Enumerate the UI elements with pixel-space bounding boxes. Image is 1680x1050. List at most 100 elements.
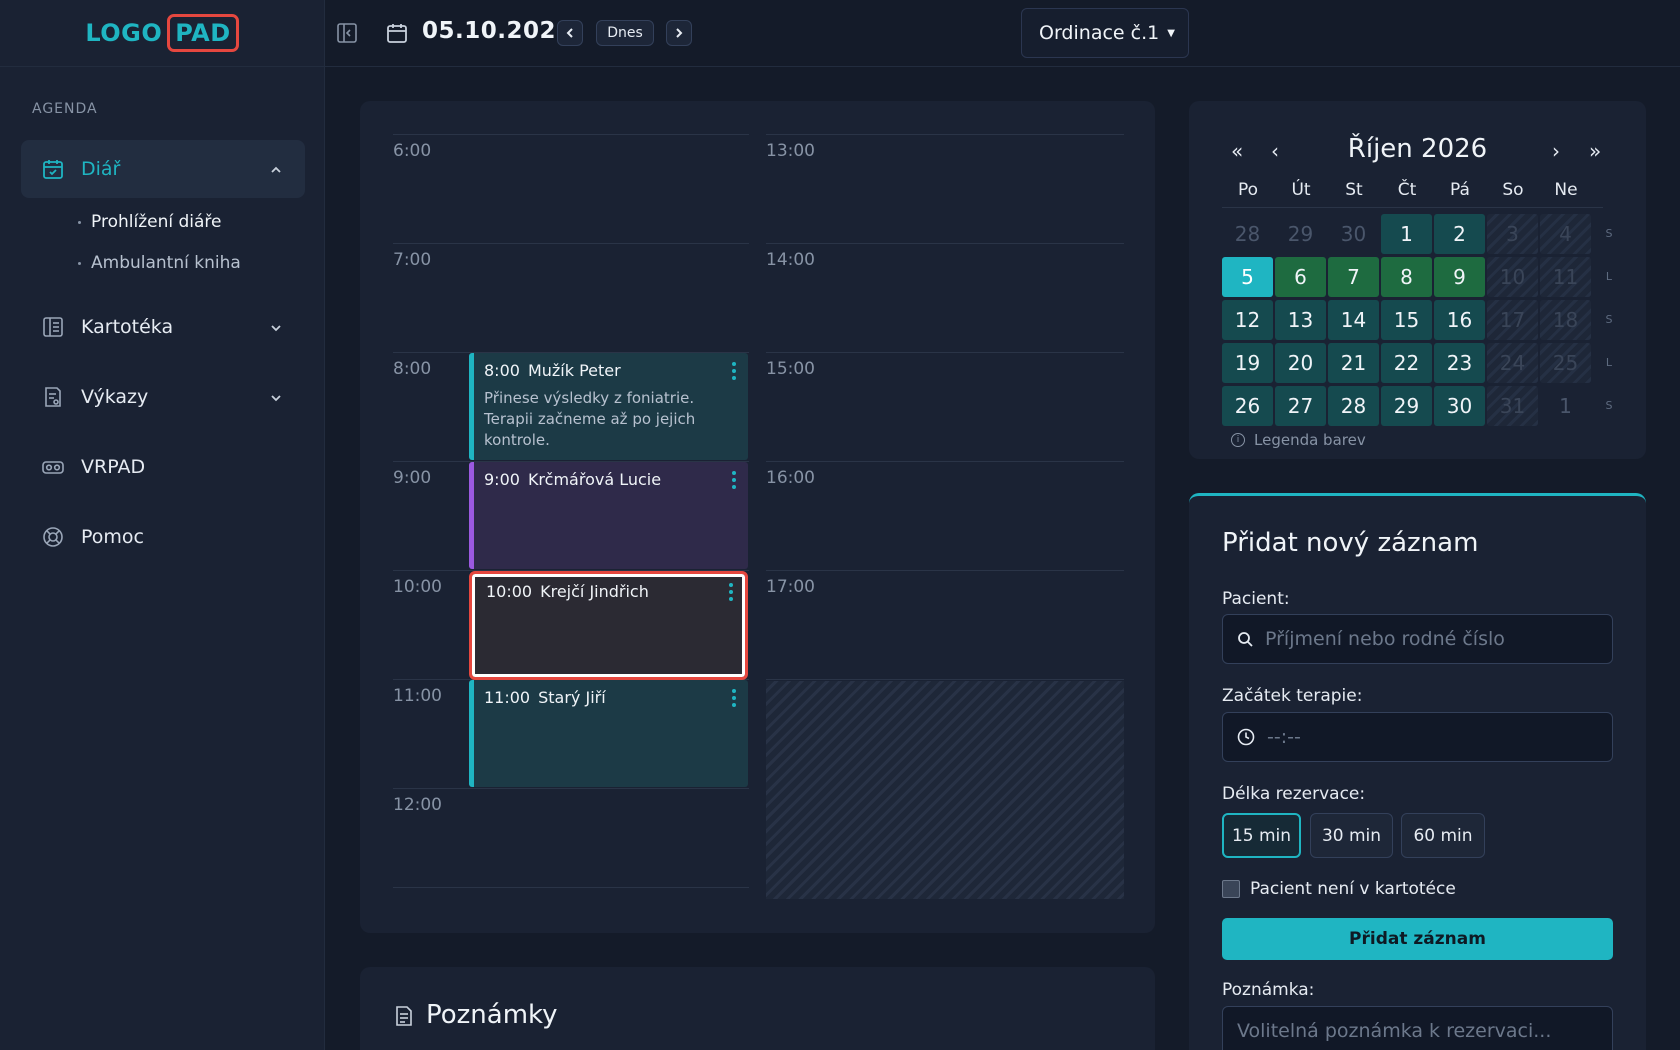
start-time-input[interactable]: --:-- bbox=[1222, 712, 1613, 762]
calendar-day[interactable]: 23 bbox=[1434, 343, 1485, 383]
duration-15-button[interactable]: 15 min bbox=[1222, 813, 1301, 858]
sidebar-subitem-prohlizeni[interactable]: Prohlížení diáře bbox=[78, 212, 221, 232]
next-day-button[interactable] bbox=[666, 20, 692, 46]
sidebar-item-vykazy[interactable]: Výkazy bbox=[21, 368, 305, 426]
calendar-day[interactable]: 7 bbox=[1328, 257, 1379, 297]
calendar-day[interactable]: 1 bbox=[1381, 214, 1432, 254]
add-record-button[interactable]: Přidat záznam bbox=[1222, 918, 1613, 960]
calendar-icon[interactable] bbox=[385, 21, 409, 49]
appointment-card[interactable]: 8:00 Mužík Peter Přinese výsledky z foniat… bbox=[469, 353, 748, 460]
duration-30-button[interactable]: 30 min bbox=[1310, 813, 1393, 858]
appointment-time: 10:00 bbox=[486, 582, 533, 601]
calendar-day[interactable]: 21 bbox=[1328, 343, 1379, 383]
more-vertical-icon[interactable] bbox=[729, 583, 733, 604]
hour-row[interactable]: 6:00 bbox=[393, 134, 749, 243]
appointment-patient: Starý Jiří bbox=[538, 688, 606, 707]
hour-row[interactable]: 16:00 bbox=[766, 461, 1124, 570]
hour-row[interactable]: 7:00 bbox=[393, 243, 749, 352]
calendar-day[interactable]: 10 bbox=[1487, 257, 1538, 297]
sidebar-collapse-icon[interactable] bbox=[336, 22, 358, 48]
legend-label: Legenda barev bbox=[1254, 431, 1366, 449]
calendar-day[interactable]: 1 bbox=[1540, 386, 1591, 426]
schedule-bottom-line bbox=[393, 887, 749, 888]
next-month-button[interactable]: › bbox=[1552, 139, 1560, 163]
more-vertical-icon[interactable] bbox=[732, 471, 736, 492]
chevron-right-icon bbox=[676, 28, 683, 38]
calendar-day[interactable]: 11 bbox=[1540, 257, 1591, 297]
duration-label: Délka rezervace: bbox=[1222, 784, 1366, 804]
calendar-day[interactable]: 15 bbox=[1381, 300, 1432, 340]
notes-title: Poznámky bbox=[426, 1000, 558, 1030]
appointment-card[interactable]: 11:00 Starý Jiří bbox=[469, 680, 748, 787]
hour-row[interactable]: 17:00 bbox=[766, 570, 1124, 679]
sidebar-subitem-ambulantni[interactable]: Ambulantní kniha bbox=[78, 253, 241, 273]
duration-60-button[interactable]: 60 min bbox=[1401, 813, 1485, 858]
calendar-day[interactable]: 29 bbox=[1275, 214, 1326, 254]
patient-search-input[interactable]: Příjmení nebo rodné číslo bbox=[1222, 614, 1613, 664]
add-record-form: Přidat nový záznam Pacient: Příjmení neb… bbox=[1189, 493, 1646, 1050]
hour-label: 12:00 bbox=[393, 795, 442, 815]
calendar-day[interactable]: 20 bbox=[1275, 343, 1326, 383]
appointment-card[interactable]: 9:00 Krčmářová Lucie bbox=[469, 462, 748, 569]
calendar-day[interactable]: 28 bbox=[1328, 386, 1379, 426]
calendar-day[interactable]: 22 bbox=[1381, 343, 1432, 383]
calendar-day[interactable]: 3 bbox=[1487, 214, 1538, 254]
today-button[interactable]: Dnes bbox=[596, 20, 654, 46]
weekday-header: Pá bbox=[1450, 180, 1470, 200]
hour-label: 8:00 bbox=[393, 359, 432, 379]
color-legend-link[interactable]: i Legenda barev bbox=[1231, 431, 1366, 449]
hour-row[interactable]: 13:00 bbox=[766, 134, 1124, 243]
calendar-day[interactable]: 28 bbox=[1222, 214, 1273, 254]
not-in-registry-checkbox[interactable] bbox=[1222, 880, 1240, 898]
calendar-day[interactable]: 18 bbox=[1540, 300, 1591, 340]
prev-day-button[interactable] bbox=[557, 20, 583, 46]
sidebar-item-label: Výkazy bbox=[81, 386, 149, 408]
search-icon bbox=[1237, 631, 1253, 647]
sidebar-item-label: Diář bbox=[81, 158, 121, 180]
logo[interactable]: LOGO PAD bbox=[85, 14, 239, 52]
appointment-card[interactable]: 10:00 Krejčí Jindřich bbox=[469, 571, 748, 680]
calendar-day[interactable]: 24 bbox=[1487, 343, 1538, 383]
sidebar-item-pomoc[interactable]: Pomoc bbox=[21, 508, 305, 566]
calendar-day[interactable]: 27 bbox=[1275, 386, 1326, 426]
calendar-day[interactable]: 13 bbox=[1275, 300, 1326, 340]
appointment-header: 10:00 Krejčí Jindřich bbox=[486, 582, 735, 601]
calendar-day[interactable]: 16 bbox=[1434, 300, 1485, 340]
calendar-day[interactable]: 26 bbox=[1222, 386, 1273, 426]
sidebar-item-diar[interactable]: Diář bbox=[21, 140, 305, 198]
calendar-day[interactable]: 6 bbox=[1275, 257, 1326, 297]
calendar-day[interactable]: 31 bbox=[1487, 386, 1538, 426]
calendar-day[interactable]: 9 bbox=[1434, 257, 1485, 297]
calendar-day[interactable]: 30 bbox=[1328, 214, 1379, 254]
sidebar-item-vrpad[interactable]: VRPAD bbox=[21, 438, 305, 496]
note-input[interactable]: Volitelná poznámka k rezervaci... bbox=[1222, 1006, 1613, 1050]
calendar-day[interactable]: 12 bbox=[1222, 300, 1273, 340]
sidebar-item-kartoteka[interactable]: Kartotéka bbox=[21, 298, 305, 356]
calendar-day[interactable]: 30 bbox=[1434, 386, 1485, 426]
calendar-day[interactable]: 4 bbox=[1540, 214, 1591, 254]
week-parity-tag: L bbox=[1605, 270, 1613, 283]
next-year-button[interactable]: » bbox=[1589, 139, 1601, 163]
room-select[interactable]: Ordinace č.1 ▼ bbox=[1021, 8, 1189, 58]
hour-row[interactable]: 14:00 bbox=[766, 243, 1124, 352]
more-vertical-icon[interactable] bbox=[732, 689, 736, 710]
calendar-day[interactable]: 14 bbox=[1328, 300, 1379, 340]
week-parity-tag: L bbox=[1605, 356, 1613, 369]
more-vertical-icon[interactable] bbox=[732, 362, 736, 383]
not-in-registry-row[interactable]: Pacient není v kartotéce bbox=[1222, 879, 1456, 899]
room-select-value: Ordinace č.1 bbox=[1039, 22, 1160, 44]
book-icon bbox=[41, 315, 65, 339]
unavailable-hatch bbox=[766, 681, 1124, 899]
calendar-day[interactable]: 8 bbox=[1381, 257, 1432, 297]
hour-row[interactable]: 12:00 bbox=[393, 788, 749, 897]
calendar-day[interactable]: 19 bbox=[1222, 343, 1273, 383]
calendar-day[interactable]: 17 bbox=[1487, 300, 1538, 340]
chevron-left-icon bbox=[566, 28, 573, 38]
calendar-day[interactable]: 5 bbox=[1222, 257, 1273, 297]
hour-row[interactable]: 15:00 bbox=[766, 352, 1124, 461]
calendar-day[interactable]: 2 bbox=[1434, 214, 1485, 254]
sidebar-subitem-label: Prohlížení diáře bbox=[91, 212, 222, 232]
calendar-day[interactable]: 29 bbox=[1381, 386, 1432, 426]
patient-search-placeholder: Příjmení nebo rodné číslo bbox=[1265, 628, 1505, 650]
calendar-day[interactable]: 25 bbox=[1540, 343, 1591, 383]
